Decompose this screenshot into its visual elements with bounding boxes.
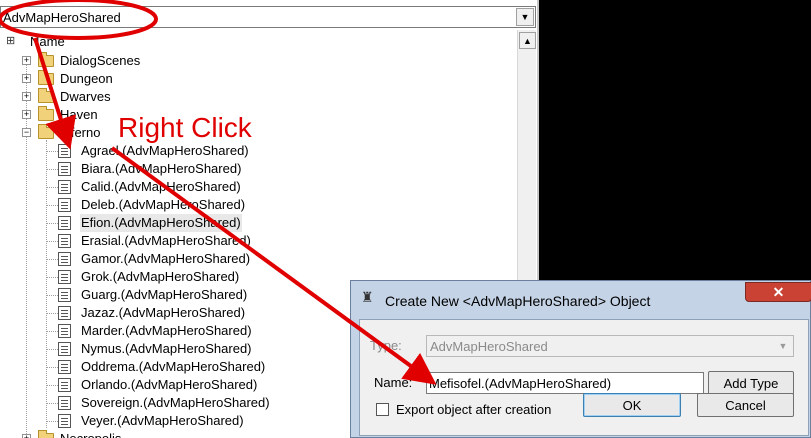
file-icon xyxy=(58,162,71,176)
folder-icon xyxy=(38,430,54,438)
folder-label: Dwarves xyxy=(60,89,111,104)
expander-icon[interactable]: + xyxy=(22,74,31,83)
export-label: Export object after creation xyxy=(396,402,552,417)
file-icon xyxy=(58,324,71,338)
cancel-button[interactable]: Cancel xyxy=(697,393,794,417)
file-icon xyxy=(58,378,71,392)
file-icon xyxy=(58,234,71,248)
type-label: Type: xyxy=(370,338,402,353)
tree-line xyxy=(46,241,58,242)
app-icon: ♜ xyxy=(361,289,374,305)
folder-label: Dungeon xyxy=(60,71,113,86)
dialog-body: Type: AdvMapHeroShared ▼ Name: Add Type … xyxy=(359,319,809,436)
tree-line xyxy=(46,331,58,332)
expander-icon[interactable]: + xyxy=(22,434,31,438)
close-button[interactable]: ✕ xyxy=(745,282,811,302)
name-label: Name: xyxy=(374,375,413,390)
tree-line xyxy=(46,421,58,422)
chevron-down-icon[interactable]: ▼ xyxy=(516,8,534,26)
tree-item-label: Orlando.(AdvMapHeroShared) xyxy=(81,377,258,392)
type-select-value: AdvMapHeroShared xyxy=(430,339,548,354)
tree-line xyxy=(46,403,58,404)
folder-icon xyxy=(38,124,54,139)
tree-line xyxy=(46,277,58,278)
file-icon xyxy=(58,252,71,266)
folder-icon xyxy=(38,70,54,85)
chevron-up-icon[interactable]: ▲ xyxy=(519,32,536,49)
tree-item-label: Agrael.(AdvMapHeroShared) xyxy=(81,143,249,158)
folder-label: DialogScenes xyxy=(60,53,141,68)
tree-item-label: Grok.(AdvMapHeroShared) xyxy=(81,269,240,284)
expander-icon[interactable]: + xyxy=(22,110,31,119)
file-icon xyxy=(58,414,71,428)
tree-line xyxy=(46,151,58,152)
file-icon xyxy=(58,306,71,320)
expander-icon[interactable]: + xyxy=(22,56,31,65)
tree-item-label: Deleb.(AdvMapHeroShared) xyxy=(81,197,246,212)
name-input[interactable] xyxy=(426,372,704,394)
tree-item-label: Erasial.(AdvMapHeroShared) xyxy=(81,233,251,248)
tree-item-label: Marder.(AdvMapHeroShared) xyxy=(81,323,252,338)
create-object-dialog: ♜ Create New <AdvMapHeroShared> Object ✕… xyxy=(350,280,811,438)
folder-icon xyxy=(38,106,54,121)
tree-item-label: Veyer.(AdvMapHeroShared) xyxy=(81,413,244,428)
folder-label: Inferno xyxy=(60,125,101,140)
folder-label: Necropolis xyxy=(60,430,121,438)
ok-button[interactable]: OK xyxy=(583,393,681,417)
folder-icon xyxy=(38,88,54,103)
file-icon xyxy=(58,360,71,374)
tree-line xyxy=(46,367,58,368)
file-icon xyxy=(58,342,71,356)
file-icon xyxy=(58,144,71,158)
expander-icon[interactable]: + xyxy=(22,92,31,101)
tree-line xyxy=(46,223,58,224)
object-type-value: AdvMapHeroShared xyxy=(3,10,121,25)
tree-item-label: Guarg.(AdvMapHeroShared) xyxy=(81,287,248,302)
tree-item-label: Calid.(AdvMapHeroShared) xyxy=(81,179,241,194)
file-icon xyxy=(58,216,71,230)
tree-item-label: Efion.(AdvMapHeroShared) xyxy=(80,214,242,232)
tree-item-label: Biara.(AdvMapHeroShared) xyxy=(81,161,242,176)
dialog-titlebar[interactable]: ♜ Create New <AdvMapHeroShared> Object ✕ xyxy=(351,281,811,311)
tree-item-label: Nymus.(AdvMapHeroShared) xyxy=(81,341,252,356)
type-select[interactable]: AdvMapHeroShared ▼ xyxy=(426,335,794,357)
tree-line xyxy=(46,295,58,296)
tree-header-icon: ⊞ xyxy=(6,35,16,47)
tree-column-header[interactable]: Name xyxy=(30,34,65,49)
tree-line xyxy=(46,313,58,314)
tree-item-label: Gamor.(AdvMapHeroShared) xyxy=(81,251,251,266)
tree-line xyxy=(46,169,58,170)
file-icon xyxy=(58,270,71,284)
add-type-button[interactable]: Add Type xyxy=(708,371,794,395)
file-icon xyxy=(58,180,71,194)
tree-line xyxy=(46,349,58,350)
tree-line xyxy=(46,187,58,188)
tree-item-label: Jazaz.(AdvMapHeroShared) xyxy=(81,305,246,320)
object-type-combobox[interactable]: AdvMapHeroShared ▼ xyxy=(0,6,536,28)
tree-line xyxy=(46,205,58,206)
tree-item-label: Sovereign.(AdvMapHeroShared) xyxy=(81,395,270,410)
tree-line xyxy=(46,385,58,386)
file-icon xyxy=(58,396,71,410)
file-icon xyxy=(58,288,71,302)
folder-label: Haven xyxy=(60,107,98,122)
expander-icon[interactable]: − xyxy=(22,128,31,137)
dialog-title: Create New <AdvMapHeroShared> Object xyxy=(385,293,651,309)
file-icon xyxy=(58,198,71,212)
folder-icon xyxy=(38,52,54,67)
export-checkbox[interactable] xyxy=(376,403,389,416)
chevron-down-icon[interactable]: ▼ xyxy=(774,337,792,355)
tree-item-label: Oddrema.(AdvMapHeroShared) xyxy=(81,359,266,374)
tree-line xyxy=(46,259,58,260)
